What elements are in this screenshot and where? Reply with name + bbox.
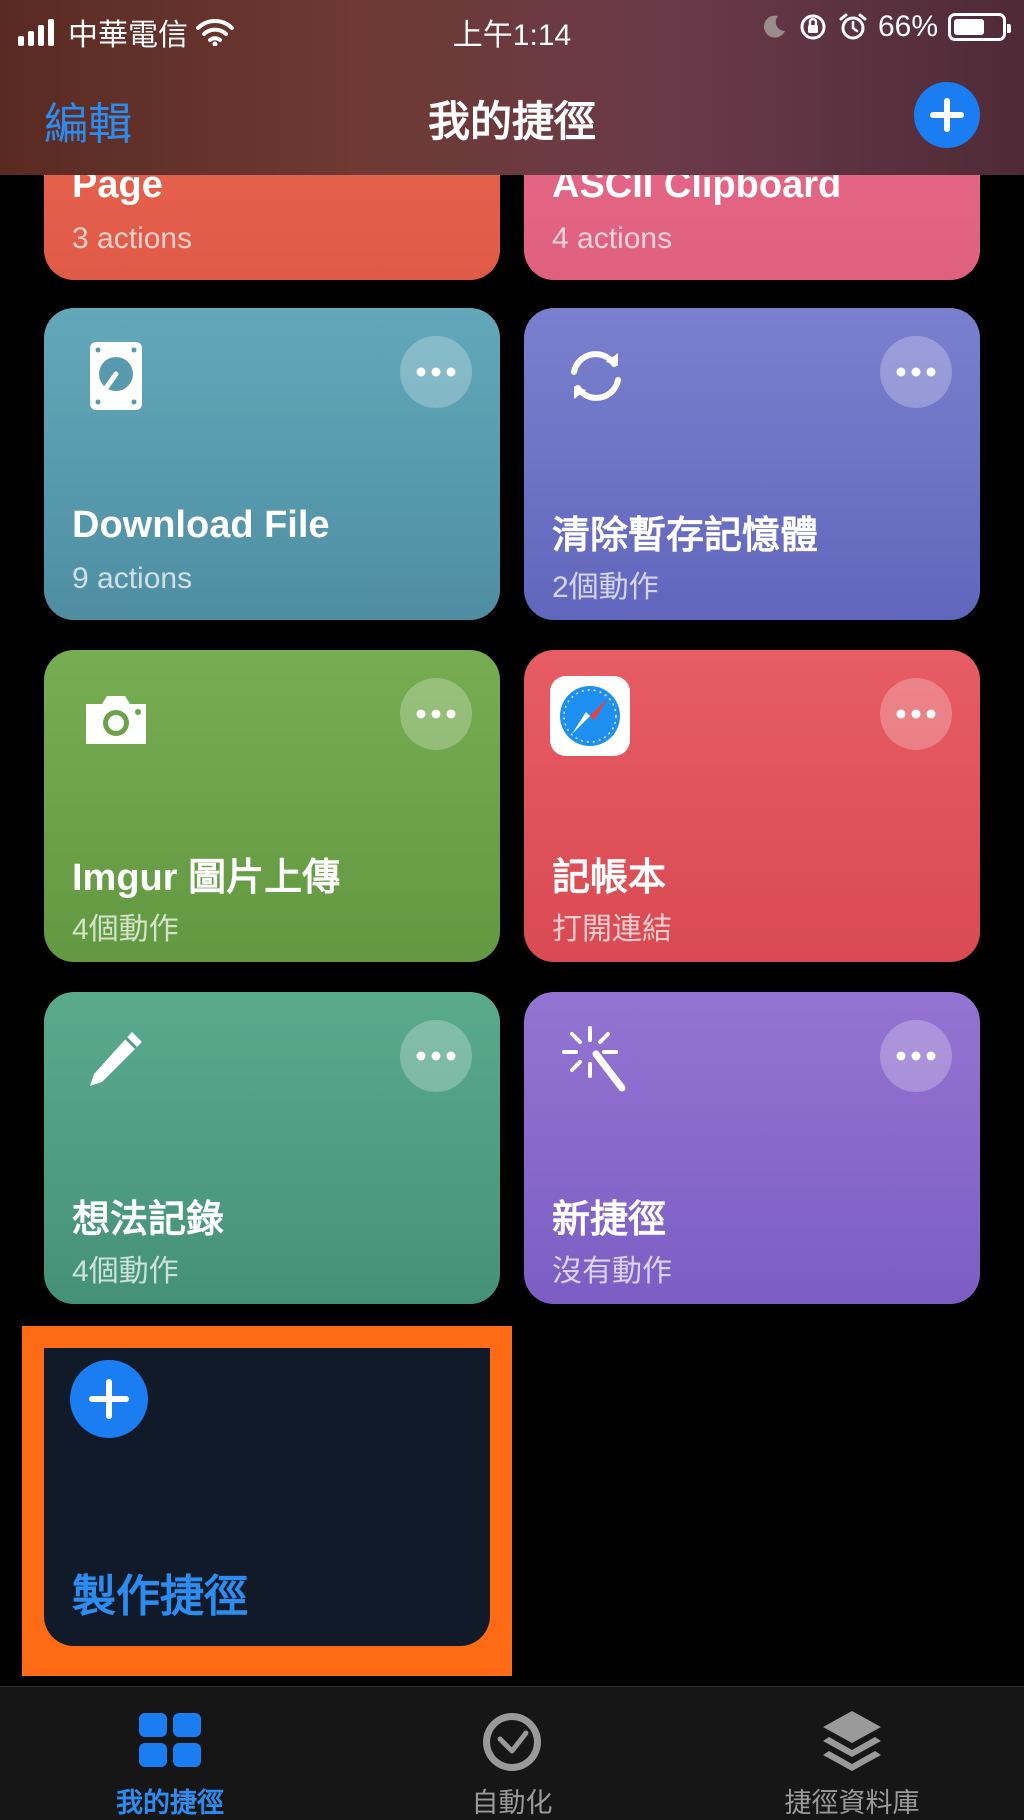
more-options-button[interactable] — [880, 678, 952, 750]
battery-icon — [948, 13, 1011, 41]
shortcut-actions: 沒有動作 — [552, 1255, 672, 1288]
create-shortcut-label: 製作捷徑 — [72, 1572, 248, 1621]
add-shortcut-button[interactable] — [914, 82, 980, 148]
orientation-lock-icon — [800, 14, 826, 40]
status-bar: 中華電信 上午1:14 66% — [0, 0, 1024, 56]
moon-icon — [763, 15, 785, 38]
shortcut-actions: 4個動作 — [72, 1255, 179, 1288]
tab-label: 自動化 — [471, 1788, 553, 1818]
plus-icon — [89, 1379, 129, 1419]
safari-compass-icon — [550, 676, 630, 756]
tab-my-shortcuts[interactable]: 我的捷徑 — [60, 1687, 280, 1820]
top-bar: 中華電信 上午1:14 66% 編輯 我的捷徑 — [0, 0, 1024, 175]
clock-check-icon — [483, 1713, 541, 1771]
shortcut-name: 清除暫存記憶體 — [552, 515, 819, 557]
navigation-bar: 編輯 我的捷徑 — [0, 80, 1024, 160]
layers-icon — [823, 1711, 881, 1771]
tab-bar: 我的捷徑 自動化 捷徑資料庫 — [0, 1686, 1024, 1820]
tab-automation[interactable]: 自動化 — [402, 1687, 622, 1820]
tab-label: 我的捷徑 — [116, 1788, 224, 1818]
sync-arrows-icon — [571, 351, 621, 401]
shortcut-card-ledger[interactable]: 記帳本 打開連結 — [524, 650, 980, 962]
page-title: 我的捷徑 — [427, 98, 596, 145]
shortcut-actions: 3 actions — [72, 222, 193, 255]
create-shortcut-card[interactable]: 製作捷徑 — [44, 1348, 490, 1646]
create-plus-button[interactable] — [70, 1360, 148, 1438]
shortcut-name: Download File — [72, 504, 330, 546]
battery-percent: 66% — [877, 10, 938, 43]
tab-gallery[interactable]: 捷徑資料庫 — [742, 1687, 962, 1820]
shortcut-actions: 2個動作 — [552, 571, 659, 604]
shortcut-actions: 4個動作 — [72, 913, 179, 946]
tab-label: 捷徑資料庫 — [784, 1788, 920, 1818]
shortcut-card-new-shortcut[interactable]: 新捷徑 沒有動作 — [524, 992, 980, 1304]
hard-drive-icon — [90, 342, 142, 410]
alarm-icon — [839, 13, 867, 40]
shortcut-card-imgur-upload[interactable]: Imgur 圖片上傳 4個動作 — [44, 650, 500, 962]
shortcut-card-idea-notes[interactable]: 想法記錄 4個動作 — [44, 992, 500, 1304]
shortcut-name: 想法記錄 — [72, 1199, 225, 1241]
more-options-button[interactable] — [880, 336, 952, 408]
more-options-button[interactable] — [400, 336, 472, 408]
shortcut-actions: 4 actions — [552, 222, 673, 255]
more-options-button[interactable] — [880, 1020, 952, 1092]
pencil-icon — [90, 1032, 142, 1086]
plus-icon — [930, 98, 964, 132]
more-options-button[interactable] — [400, 678, 472, 750]
more-options-button[interactable] — [400, 1020, 472, 1092]
shortcut-card-download-file[interactable]: Download File 9 actions — [44, 308, 500, 620]
shortcut-name: Imgur 圖片上傳 — [72, 857, 341, 899]
shortcut-actions: 9 actions — [72, 562, 193, 595]
shortcut-actions: 打開連結 — [552, 913, 672, 946]
shortcut-card-clear-cache[interactable]: 清除暫存記憶體 2個動作 — [524, 308, 980, 620]
grid-icon — [139, 1713, 201, 1767]
magic-wand-icon — [562, 1026, 626, 1092]
shortcut-name: 新捷徑 — [552, 1199, 667, 1241]
camera-icon — [86, 696, 146, 744]
shortcut-name: 記帳本 — [552, 857, 667, 899]
